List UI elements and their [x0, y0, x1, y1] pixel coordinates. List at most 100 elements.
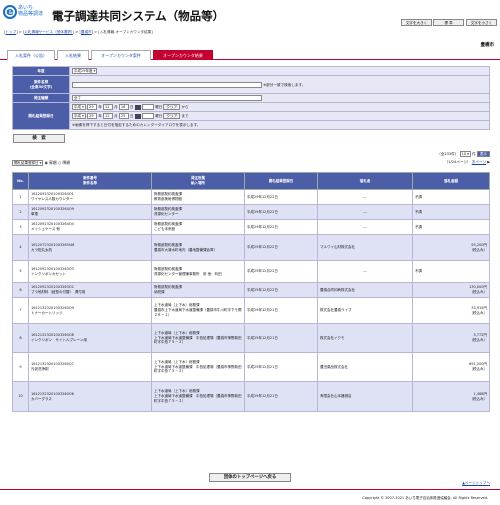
per-page-select[interactable]: 10 ▾ — [459, 151, 471, 157]
amount: 不調 — [415, 224, 422, 229]
to-year-input[interactable]: 29 — [87, 113, 98, 119]
case-number: 16120923201003263O2 — [31, 285, 74, 290]
from-era-select[interactable]: 平成 ▾ — [72, 104, 86, 110]
to-calendar-icon[interactable] — [134, 113, 141, 119]
total-count: （全233件） — [437, 152, 459, 156]
col-winner: 落札者 — [317, 172, 413, 190]
dept-cell: 財務部契約検査課 こども未来館 — [151, 219, 245, 235]
from-month-input[interactable]: 12 — [102, 104, 113, 110]
from-calendar-icon[interactable] — [134, 104, 141, 110]
case-cell: 16120923201003263O2 プラ他材料（紐型の付替） 湧付用 — [28, 282, 152, 298]
case-number: 16121323201003260O7 — [31, 362, 74, 367]
calendar-note: ※画像を押下すると日付を指定するためのカレンダーダイアログを表示します。 — [69, 120, 490, 130]
from-day-input[interactable]: 16 — [118, 104, 129, 110]
case-cell: 16120923201003264O1 ワイヤレス人数カウンター — [28, 189, 152, 205]
from-year-input[interactable]: 29 — [87, 104, 98, 110]
winner-name: 株式会社イクモ — [317, 323, 413, 353]
table-row: 7 16121323201003260O9 トナーカートリッジ 上下水道局（上下水）総… — [12, 297, 490, 324]
delivery-place: 上下水道局下水道整備課 中島処理場（豊橋市神野新田町字中島７５－２） — [154, 364, 242, 374]
logo-e-icon: e — [3, 5, 17, 19]
page-top-link[interactable]: ▲ページトップへ — [462, 481, 490, 486]
case-name-link[interactable]: インクリボンカセット — [31, 272, 66, 276]
amount-cell: 5,772円 （税込み） — [412, 323, 490, 353]
row-no: 3 — [12, 219, 29, 235]
table-row: 1 16120923201003264O1 ワイヤレス人数カウンター 財務部契約検査課… — [12, 189, 490, 205]
from-clear-button[interactable]: クリア — [163, 104, 181, 110]
case-name-link[interactable]: トナーカートリッジ — [31, 311, 63, 315]
tab-bid-notice[interactable]: 入札案件（公告） — [7, 50, 55, 60]
next-page-link[interactable]: 次ページ — [472, 160, 486, 164]
case-cell: 16121323201003260O6 カバーグラス — [28, 381, 152, 412]
back-to-org-top-button[interactable]: 団体のトップページへ戻る — [209, 473, 291, 482]
row-no: 1 — [12, 189, 29, 205]
col-amount: 落札金額 — [412, 172, 490, 190]
case-name-input[interactable] — [72, 81, 262, 88]
col-case[interactable]: 案件番号 案件名称 — [28, 172, 152, 190]
row-no: 4 — [12, 234, 29, 261]
case-name-link[interactable]: インクリボン サイトルプレーン用 — [31, 338, 87, 342]
delivery-place: 資源化センター — [154, 212, 179, 216]
dept-name: 財務部契約検査課 — [154, 242, 182, 247]
result-date: 平成29年12月22日 — [244, 234, 318, 261]
show-button[interactable]: 表示 — [476, 151, 490, 157]
case-name-link[interactable]: 単根 — [31, 212, 38, 216]
tab-bid-result[interactable]: 入札結果 — [57, 50, 89, 60]
case-cell: 16120923201003264O4 メッシュケース 他 — [28, 219, 152, 235]
dept-cell: 財務部契約検査課 納税課 — [151, 282, 245, 298]
row-no: 7 — [12, 297, 29, 324]
tab-open-counter[interactable]: オープンカウンタ案件 — [91, 50, 151, 60]
case-name-link[interactable]: プラ他材料（紐型の付替） 湧付用 — [31, 290, 85, 294]
sort-select[interactable]: 開札結果登録日 ▾ — [12, 160, 44, 166]
to-clear-button[interactable]: クリア — [163, 113, 181, 119]
breadcrumb-top[interactable]: トップ — [5, 30, 16, 34]
row-no: 10 — [12, 381, 29, 412]
amount-cell: 55,200円 （税込み） — [412, 234, 490, 261]
case-name-link[interactable]: ワイヤレス人数カウンター — [31, 197, 73, 201]
dept-cell: 上下水道局（上下水）総務課 上下水道局下水道整備課 中島処理場（豊橋市神野新田町字… — [151, 352, 245, 382]
font-standard-button[interactable]: 標 準 — [433, 19, 464, 26]
case-name-link[interactable]: カラ松丸太杭 — [31, 248, 52, 252]
to-era-select[interactable]: 平成 ▾ — [72, 113, 86, 119]
breadcrumb-current: 入札情報-オープンカウンタ結果 — [99, 30, 152, 34]
winner-name: 豊田薬品株式会社 — [317, 352, 413, 382]
tab-open-counter-result[interactable]: オープンカウンタ結果 — [153, 50, 213, 60]
case-cell: 16120923201003263O3 インクリボンカセット — [28, 260, 152, 283]
sort-asc-radio[interactable]: ◉ — [45, 160, 48, 165]
amount: 33,915円 — [471, 305, 487, 310]
row-no: 9 — [12, 352, 29, 382]
delivery-place: 教育部美術博物館 — [154, 197, 182, 201]
year-select[interactable]: 平成29年度 ▾ — [72, 68, 98, 74]
amount: 不調 — [415, 269, 422, 274]
col-no: No. — [12, 172, 29, 190]
dept-cell: 上下水道局（上下水）総務課 上下水道局下水道整備課 中島処理場（豊橋市神野新田町字… — [151, 381, 245, 412]
to-month-input[interactable]: 12 — [102, 113, 113, 119]
logo[interactable]: e あいち 物品等調達 — [3, 5, 49, 23]
case-cell: 16121323201003260O9 トナーカートリッジ — [28, 297, 152, 324]
next-arrow-icon[interactable]: ▶ — [487, 160, 490, 164]
result-date: 平成29年12月21日 — [244, 381, 318, 412]
case-number: 16120923201003264O4 — [31, 222, 74, 227]
case-number: 16121323201003260O9 — [31, 305, 74, 310]
font-large-button[interactable]: 文字を大きく — [401, 19, 432, 26]
search-form: 年度 平成29年度 ▾ 案件名称 (全角30文字) ※部分一致で検索します。 発… — [12, 66, 490, 130]
case-name-link[interactable]: メッシュケース 他 — [31, 227, 60, 231]
delivery-place: 資源化センター管理棟事務所 前 他：利田 — [154, 271, 222, 276]
result-date: 平成29年12月21日 — [244, 297, 318, 324]
winner-name: マルワイ山材株式会社 — [317, 234, 413, 261]
case-name-link[interactable]: カバーグラス — [31, 397, 52, 401]
copyright: Copyright © 2007-2021 あいち電子自治体推進協議会. All… — [362, 496, 488, 500]
delivery-place: 豊橋市大清水町地内（農地整備課倉庫） — [154, 247, 217, 252]
case-cell: 16120723201003265I46 カラ松丸太杭 — [28, 234, 152, 261]
to-day-input[interactable]: 25 — [118, 113, 129, 119]
breadcrumb-org[interactable]: 豊橋市 — [81, 30, 92, 34]
search-button[interactable]: 検 索 — [13, 134, 65, 143]
sort-desc-radio[interactable]: ○ — [58, 160, 61, 165]
delivery-place: 豊橋市上下水道局下水道整備課（豊橋市牛川町字下モ郷２８－１） — [154, 308, 242, 317]
font-small-button[interactable]: 文字を小さく — [466, 19, 497, 26]
winner-name: --- — [317, 219, 413, 235]
result-date: 平成29年12月22日 — [244, 204, 318, 220]
breadcrumb-service[interactable]: 入札情報サービス（団体選択） — [24, 30, 73, 34]
order-type-select[interactable]: 全て — [72, 95, 262, 101]
case-name-link[interactable]: 汚泥洗浄剤 — [31, 367, 49, 371]
sort-bar: 開札結果登録日 ▾ ◉ 昇順 ○ 降順 — [12, 160, 71, 166]
